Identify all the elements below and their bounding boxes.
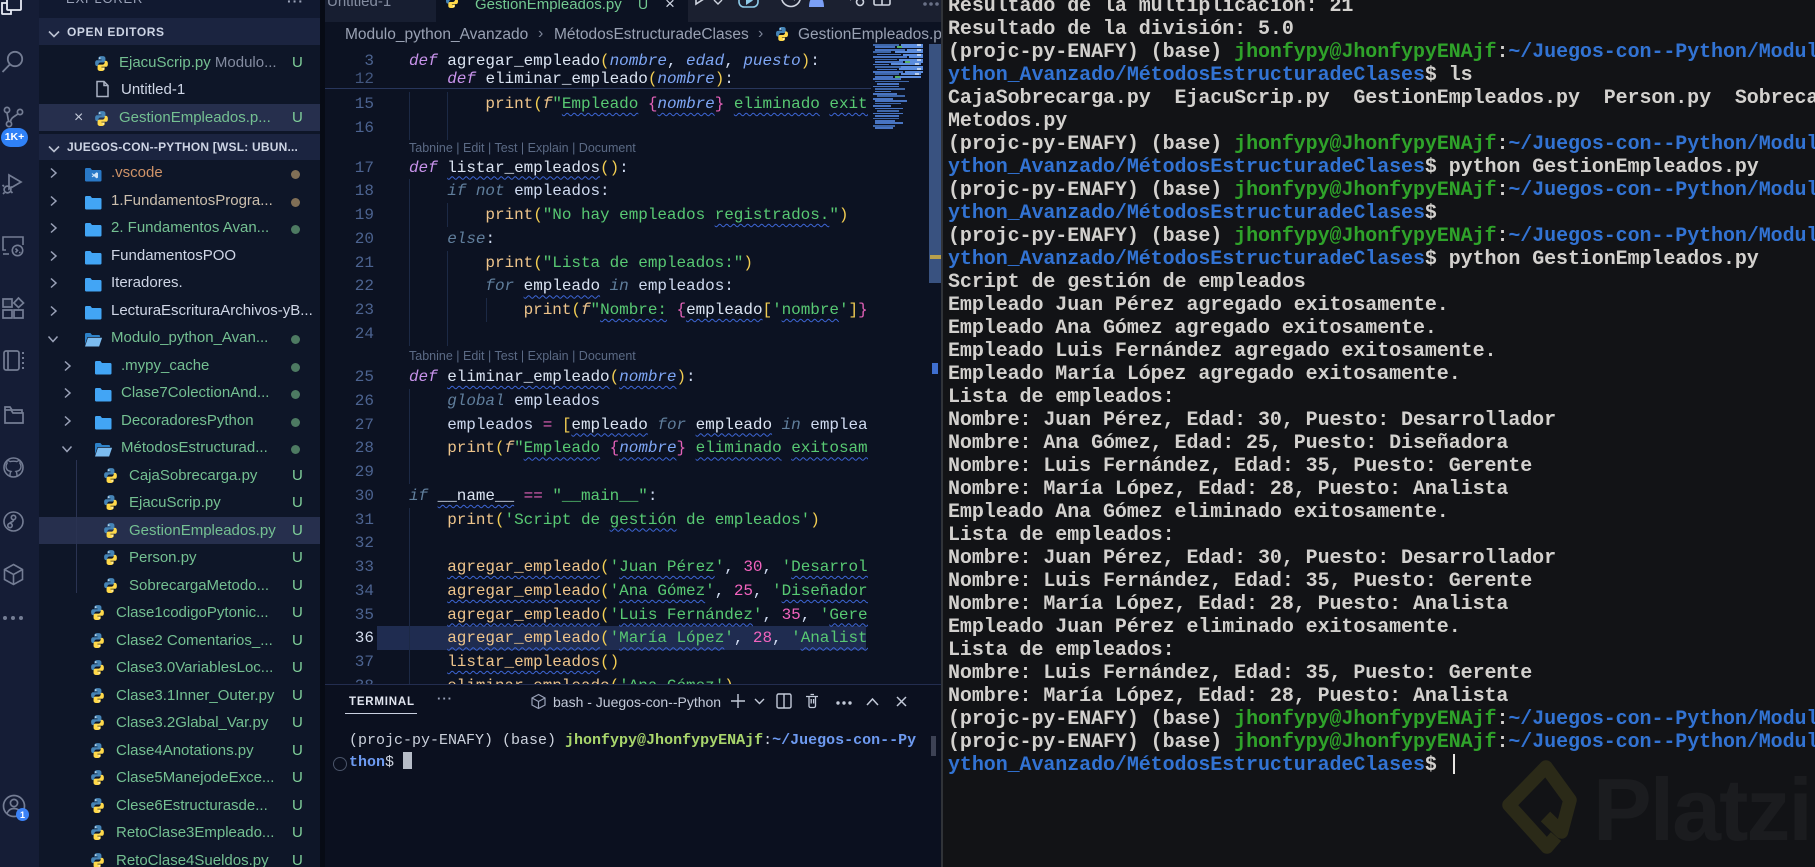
svg-text:1: 1: [20, 810, 25, 820]
svg-text:Platzi: Platzi: [1593, 760, 1811, 859]
